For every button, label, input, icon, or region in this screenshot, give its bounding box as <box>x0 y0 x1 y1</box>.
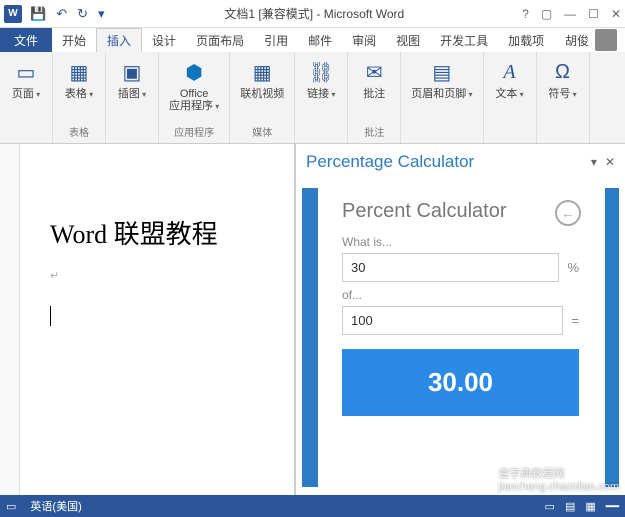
ribbon-display-icon[interactable]: ▢ <box>541 7 552 21</box>
zoom-slider[interactable]: ━━ <box>606 500 619 513</box>
vertical-ruler <box>0 144 20 495</box>
calculator-card: ← Percent Calculator What is... % of... … <box>328 188 593 428</box>
headerfooter-icon: ▤ <box>428 58 456 86</box>
help-icon[interactable]: ? <box>522 7 529 21</box>
group-media: ▦联机视频 媒体 <box>230 52 295 143</box>
taskpane-close-icon[interactable]: ✕ <box>605 155 615 169</box>
group-pages: ▭页面 <box>0 52 53 143</box>
result-display: 30.00 <box>342 349 579 416</box>
content-area: Word 联盟教程 ↵ Percentage Calculator ▾ ✕ ← … <box>0 144 625 495</box>
value1-input[interactable] <box>342 253 559 282</box>
statusbar-spell-icon[interactable]: ▭ <box>6 500 16 513</box>
text-cursor <box>50 306 51 326</box>
text-button[interactable]: A文本 <box>492 56 528 102</box>
decor-band-right <box>605 188 619 487</box>
minimize-icon[interactable]: — <box>564 7 576 21</box>
ribbon-insert: ▭页面 ▦表格 表格 ▣插图 ⬢Office 应用程序 应用程序 ▦联机视频 媒… <box>0 52 625 144</box>
card-title: Percent Calculator <box>342 200 579 223</box>
what-is-label: What is... <box>342 235 579 249</box>
view-read-icon[interactable]: ▤ <box>565 500 575 513</box>
avatar-icon <box>595 29 617 51</box>
tab-pagelayout[interactable]: 页面布局 <box>186 28 254 52</box>
paragraph-mark: ↵ <box>50 269 274 282</box>
save-icon[interactable]: 💾 <box>28 6 48 22</box>
status-bar: ▭ 英语(美国) ▭ ▤ ▦ ━━ <box>0 495 625 517</box>
tab-mailings[interactable]: 邮件 <box>298 28 342 52</box>
percent-symbol: % <box>567 260 579 275</box>
statusbar-language[interactable]: 英语(美国) <box>30 498 81 514</box>
tab-home[interactable]: 开始 <box>52 28 96 52</box>
tab-review[interactable]: 审阅 <box>342 28 386 52</box>
word-app-icon: W <box>4 5 22 23</box>
online-video-button[interactable]: ▦联机视频 <box>238 56 286 102</box>
tab-insert[interactable]: 插入 <box>96 28 142 52</box>
document-page[interactable]: Word 联盟教程 ↵ <box>30 174 294 366</box>
window-controls: ? ▢ — ☐ ✕ <box>522 7 621 21</box>
table-icon: ▦ <box>65 58 93 86</box>
close-icon[interactable]: ✕ <box>611 7 621 21</box>
picture-icon: ▣ <box>118 58 146 86</box>
redo-icon[interactable]: ↻ <box>75 6 90 22</box>
table-button[interactable]: ▦表格 <box>61 56 97 102</box>
tab-design[interactable]: 设计 <box>142 28 186 52</box>
window-title: 文档1 [兼容模式] - Microsoft Word <box>107 5 523 22</box>
illustrations-button[interactable]: ▣插图 <box>114 56 150 102</box>
symbol-button[interactable]: Ω符号 <box>545 56 581 102</box>
undo-icon[interactable]: ↶ <box>54 6 69 22</box>
title-bar: W 💾 ↶ ↻ ▾ 文档1 [兼容模式] - Microsoft Word ? … <box>0 0 625 28</box>
header-footer-button[interactable]: ▤页眉和页脚 <box>409 56 474 102</box>
user-account[interactable]: 胡俊 <box>565 29 625 51</box>
group-headerfooter: ▤页眉和页脚 <box>401 52 483 143</box>
value2-input[interactable] <box>342 306 563 335</box>
links-button[interactable]: ⛓链接 <box>303 56 339 102</box>
tab-view[interactable]: 视图 <box>386 28 430 52</box>
group-apps: ⬢Office 应用程序 应用程序 <box>159 52 230 143</box>
group-links: ⛓链接 <box>295 52 348 143</box>
taskpane-title: Percentage Calculator <box>306 152 474 172</box>
tab-developer[interactable]: 开发工具 <box>430 28 498 52</box>
group-text: A文本 <box>484 52 537 143</box>
equals-symbol: = <box>571 313 579 328</box>
pages-button[interactable]: ▭页面 <box>8 56 44 102</box>
comment-button[interactable]: ✉批注 <box>356 56 392 102</box>
tab-addins[interactable]: 加载项 <box>498 28 554 52</box>
group-tables: ▦表格 表格 <box>53 52 106 143</box>
watermark-text: 查字典教程网 jiaocheng.chazidian.com <box>499 465 619 493</box>
office-apps-button[interactable]: ⬢Office 应用程序 <box>167 56 221 114</box>
page-icon: ▭ <box>12 58 40 86</box>
quick-access-toolbar: W 💾 ↶ ↻ ▾ <box>4 5 107 23</box>
group-comments: ✉批注 批注 <box>348 52 401 143</box>
maximize-icon[interactable]: ☐ <box>588 7 599 21</box>
decor-band-left <box>302 188 318 487</box>
file-tab[interactable]: 文件 <box>0 28 52 52</box>
text-icon: A <box>496 58 524 86</box>
task-pane: Percentage Calculator ▾ ✕ ← Percent Calc… <box>295 144 625 495</box>
taskpane-menu-icon[interactable]: ▾ <box>591 155 597 169</box>
view-print-icon[interactable]: ▭ <box>545 500 555 513</box>
back-button[interactable]: ← <box>555 200 581 226</box>
ribbon-tabs: 文件 开始 插入 设计 页面布局 引用 邮件 审阅 视图 开发工具 加载项 胡俊 <box>0 28 625 52</box>
taskpane-header: Percentage Calculator ▾ ✕ <box>296 144 625 180</box>
symbol-icon: Ω <box>549 58 577 86</box>
taskpane-body: ← Percent Calculator What is... % of... … <box>296 180 625 495</box>
of-label: of... <box>342 288 579 302</box>
apps-icon: ⬢ <box>180 58 208 86</box>
user-name: 胡俊 <box>565 32 589 49</box>
view-web-icon[interactable]: ▦ <box>585 500 595 513</box>
tab-references[interactable]: 引用 <box>254 28 298 52</box>
qat-dropdown-icon[interactable]: ▾ <box>96 6 107 22</box>
comment-icon: ✉ <box>360 58 388 86</box>
group-illustrations: ▣插图 <box>106 52 159 143</box>
group-symbols: Ω符号 <box>537 52 590 143</box>
video-icon: ▦ <box>248 58 276 86</box>
link-icon: ⛓ <box>307 58 335 86</box>
document-area[interactable]: Word 联盟教程 ↵ <box>0 144 295 495</box>
document-text: Word 联盟教程 <box>50 214 274 251</box>
